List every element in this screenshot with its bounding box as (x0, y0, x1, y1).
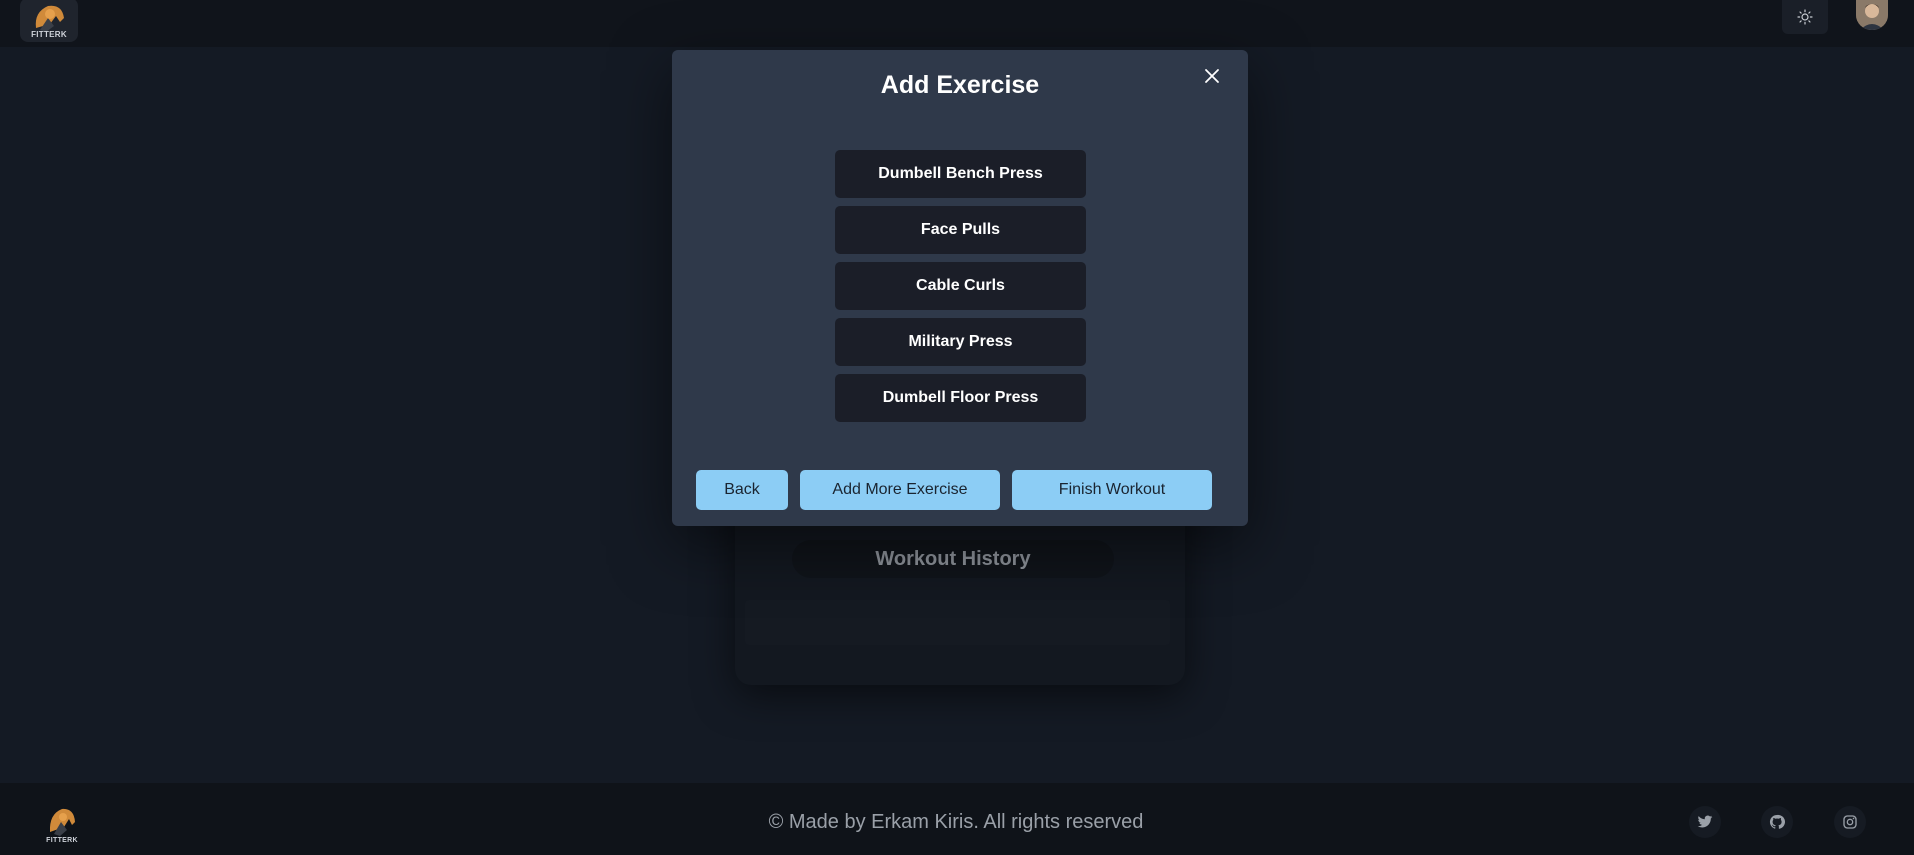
copyright-text: © Made by Erkam Kiris. All rights reserv… (768, 811, 1144, 833)
footer: FITTERK © Made by Erkam Kiris. All right… (0, 783, 1914, 855)
user-avatar[interactable] (1856, 0, 1888, 30)
navbar: FITTERK (0, 0, 1914, 47)
instagram-link[interactable] (1834, 806, 1866, 838)
github-link[interactable] (1761, 806, 1793, 838)
brand-logo-text: FITTERK (31, 30, 67, 39)
twitter-icon (1697, 815, 1713, 828)
theme-toggle-button[interactable] (1782, 0, 1828, 34)
sun-icon (1797, 9, 1813, 25)
instagram-icon (1843, 815, 1857, 829)
workout-history-button[interactable]: Workout History (792, 540, 1114, 578)
close-icon (1205, 69, 1219, 83)
exercise-item[interactable]: Military Press (835, 318, 1086, 366)
brand-logo[interactable]: FITTERK (20, 0, 78, 42)
modal-title: Add Exercise (880, 71, 1040, 99)
exercise-item[interactable]: Dumbell Floor Press (835, 374, 1086, 422)
background-card-inner (745, 600, 1170, 645)
exercise-list: Dumbell Bench Press Face Pulls Cable Cur… (835, 150, 1086, 430)
exercise-item[interactable]: Face Pulls (835, 206, 1086, 254)
exercise-item[interactable]: Cable Curls (835, 262, 1086, 310)
github-icon (1769, 814, 1785, 829)
finish-workout-button[interactable]: Finish Workout (1012, 470, 1212, 510)
back-button[interactable]: Back (696, 470, 788, 510)
avatar-image-icon (1856, 0, 1888, 30)
twitter-link[interactable] (1689, 806, 1721, 838)
exercise-item[interactable]: Dumbell Bench Press (835, 150, 1086, 198)
add-more-exercise-button[interactable]: Add More Exercise (800, 470, 1000, 510)
add-exercise-modal: Add Exercise Dumbell Bench Press Face Pu… (672, 50, 1248, 526)
close-button[interactable] (1199, 63, 1225, 89)
footer-logo-text: FITTERK (46, 837, 78, 844)
